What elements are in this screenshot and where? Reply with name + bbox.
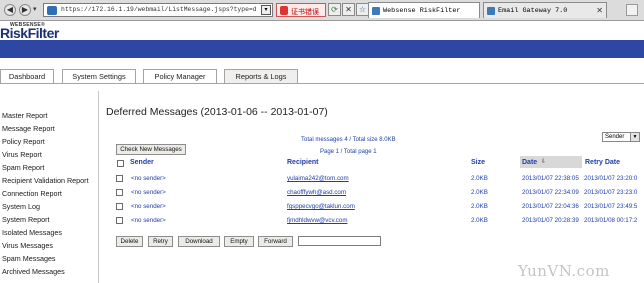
size-cell: 2.0KB [471, 189, 488, 196]
site-favicon-icon [372, 7, 380, 15]
tab-policy-manager[interactable]: Policy Manager [143, 69, 217, 83]
tab-label: Email Gateway 7.0 [498, 7, 568, 15]
sidebar-item-archived-messages[interactable]: Archived Messages [2, 267, 65, 276]
recipient-link[interactable]: fjmdhldwvw@vcv.com [287, 217, 348, 224]
sidebar-item-message-report[interactable]: Message Report [2, 124, 55, 133]
date-cell: 2013/01/07 22:34:09 [522, 189, 579, 196]
size-cell: 2.0KB [471, 217, 488, 224]
message-summary: Total messages 4 / Total size 8.0KB [301, 137, 396, 143]
date-cell: 2013/01/07 20:28:39 [522, 217, 579, 224]
row-checkbox[interactable] [116, 203, 123, 210]
sidebar-item-recipient-validation-report[interactable]: Recipient Validation Report [2, 176, 89, 185]
sidebar-item-master-report[interactable]: Master Report [2, 111, 48, 120]
history-dropdown-icon[interactable]: ▾ [33, 5, 41, 15]
product-title-bar: Websense RiskFilter [0, 40, 644, 93]
table-row: <no sender> fgsppecvgo@taklun.com 2.0KB … [116, 203, 644, 216]
sidebar-item-virus-messages[interactable]: Virus Messages [2, 241, 53, 250]
column-header-date[interactable]: Date [522, 159, 537, 166]
row-checkbox[interactable] [116, 217, 123, 224]
certificate-error-label: 证书错误 [291, 8, 319, 16]
sidebar-item-system-log[interactable]: System Log [2, 202, 40, 211]
sort-by-select[interactable]: Sender ▼ [602, 132, 640, 142]
close-icon[interactable]: ✕ [596, 6, 603, 15]
sender-cell: <no sender> [131, 189, 166, 196]
date-cell: 2013/01/07 22:38:05 [522, 175, 579, 182]
address-text[interactable]: https://172.16.1.19/webmail/ListMessage.… [61, 6, 257, 13]
tab-label: Websense RiskFilter [383, 7, 461, 15]
forward-icon[interactable]: ▶ [19, 4, 31, 16]
forward-button[interactable]: Forward [258, 236, 293, 247]
sort-by-value: Sender [605, 134, 625, 140]
address-bar[interactable]: https://172.16.1.19/webmail/ListMessage.… [43, 3, 273, 17]
date-cell: 2013/01/07 22:04:36 [522, 203, 579, 210]
column-header-recipient[interactable]: Recipient [287, 159, 319, 166]
page-title: Deferred Messages (2013-01-06 -- 2013-01… [106, 106, 328, 118]
address-dropdown-icon[interactable]: ▾ [261, 5, 271, 15]
chevron-down-icon: ▼ [630, 133, 639, 141]
retry-date-cell: 2013/01/08 00:17:2 [584, 217, 638, 224]
tab-websense-riskfilter[interactable]: Websense RiskFilter [368, 2, 480, 18]
stop-icon[interactable]: ✕ [342, 3, 355, 16]
forward-address-input[interactable] [298, 236, 381, 246]
sidebar-item-policy-report[interactable]: Policy Report [2, 137, 45, 146]
download-button[interactable]: Download [178, 236, 220, 247]
site-favicon-icon [487, 7, 495, 15]
browser-toolbar: ◀ ▶ ▾ https://172.16.1.19/webmail/ListMe… [0, 0, 644, 21]
sidebar-item-system-report[interactable]: System Report [2, 215, 50, 224]
sidebar-item-spam-report[interactable]: Spam Report [2, 163, 44, 172]
column-header-retry-date[interactable]: Retry Date [585, 159, 620, 166]
size-cell: 2.0KB [471, 203, 488, 210]
tab-email-gateway[interactable]: Email Gateway 7.0 ✕ [483, 2, 607, 18]
retry-button[interactable]: Retry [148, 236, 173, 247]
tab-reports-logs[interactable]: Reports & Logs [224, 69, 298, 83]
delete-button[interactable]: Delete [116, 236, 143, 247]
row-checkbox[interactable] [116, 175, 123, 182]
check-new-messages-button[interactable]: Check New Messages [116, 144, 186, 155]
table-row: <no sender> yulaima242@tom.com 2.0KB 201… [116, 175, 644, 188]
tab-dashboard[interactable]: Dashboard [0, 69, 54, 83]
table-row: <no sender> chaofffywh@asd.com 2.0KB 201… [116, 189, 644, 202]
brand-logo: RiskFilter [0, 25, 59, 41]
sort-descending-icon[interactable]: ⇩ [541, 158, 546, 165]
size-cell: 2.0KB [471, 175, 488, 182]
retry-date-cell: 2013/01/07 23:49:5 [584, 203, 638, 210]
sender-cell: <no sender> [131, 217, 166, 224]
shield-warning-icon [280, 6, 288, 15]
retry-date-cell: 2013/01/07 23:23:0 [584, 189, 638, 196]
tab-system-settings[interactable]: System Settings [62, 69, 136, 83]
sidebar-item-connection-report[interactable]: Connection Report [2, 189, 62, 198]
sidebar-item-virus-report[interactable]: Virus Report [2, 150, 42, 159]
select-all-checkbox[interactable] [117, 160, 124, 167]
recipient-link[interactable]: yulaima242@tom.com [287, 175, 349, 182]
refresh-icon[interactable]: ⟳ [328, 3, 341, 16]
column-header-size[interactable]: Size [471, 159, 485, 166]
page-icon [47, 6, 57, 15]
pagination-text: Page 1 / Total page 1 [320, 149, 377, 155]
retry-date-cell: 2013/01/07 23:20:0 [584, 175, 638, 182]
recipient-link[interactable]: fgsppecvgo@taklun.com [287, 203, 355, 210]
sender-cell: <no sender> [131, 203, 166, 210]
back-icon[interactable]: ◀ [4, 4, 16, 16]
sender-cell: <no sender> [131, 175, 166, 182]
recipient-link[interactable]: chaofffywh@asd.com [287, 189, 346, 196]
sidebar-item-isolated-messages[interactable]: Isolated Messages [2, 228, 62, 237]
table-row: <no sender> fjmdhldwvw@vcv.com 2.0KB 201… [116, 217, 644, 230]
empty-button[interactable]: Empty [224, 236, 254, 247]
tab-divider [0, 83, 644, 84]
sidebar: Master Report Message Report Policy Repo… [0, 91, 99, 283]
sidebar-item-spam-messages[interactable]: Spam Messages [2, 254, 56, 263]
watermark: YunVN.com [518, 262, 610, 280]
new-tab-icon[interactable] [626, 4, 638, 16]
column-header-sender[interactable]: Sender [130, 159, 154, 166]
certificate-error-badge[interactable]: 证书错误 [276, 3, 326, 17]
row-checkbox[interactable] [116, 189, 123, 196]
